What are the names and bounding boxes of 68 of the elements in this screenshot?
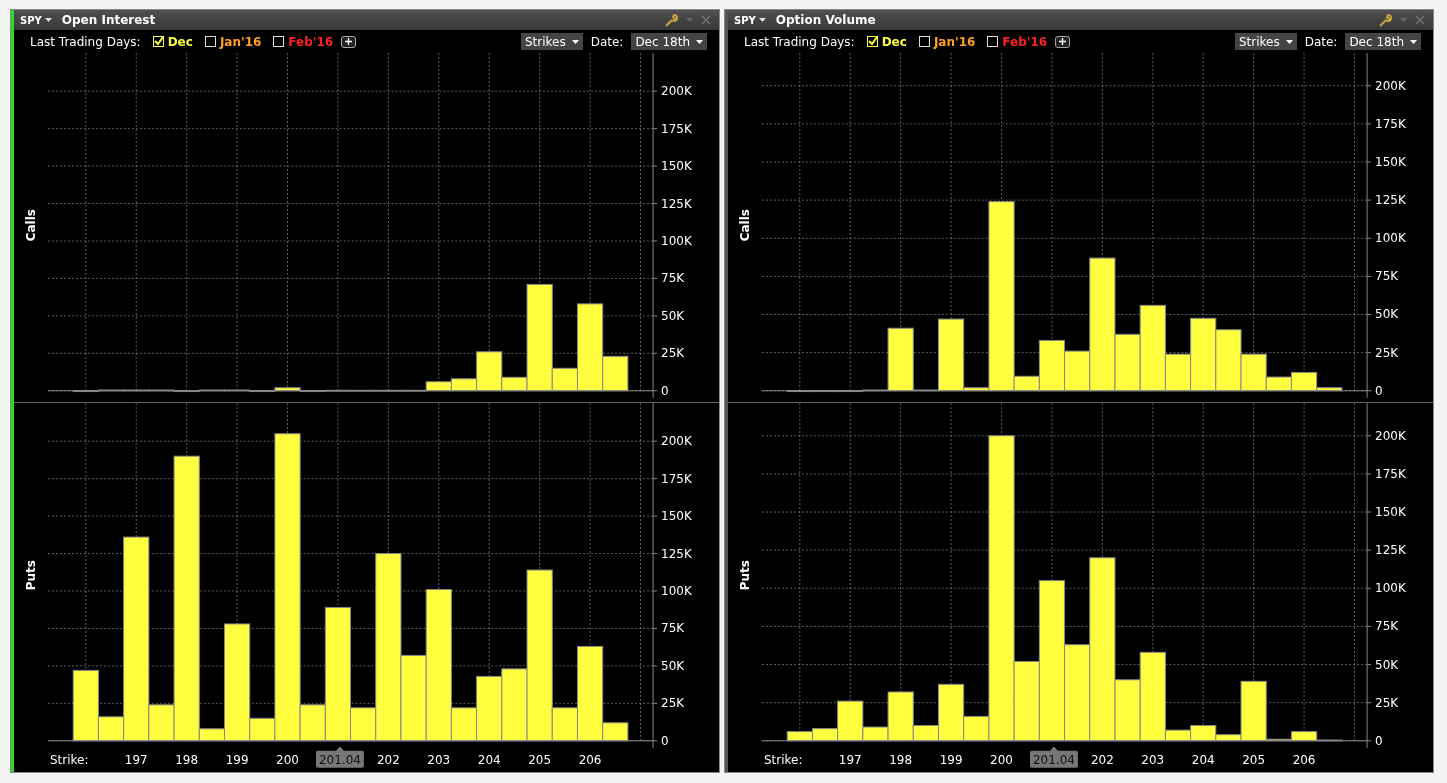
chart-label: Puts <box>738 560 752 591</box>
x-axis-label: 200 <box>990 752 1013 767</box>
y-axis-label: 0 <box>661 383 669 398</box>
y-axis-label: 75K <box>1375 269 1399 284</box>
chart-label: Calls <box>24 209 38 242</box>
x-axis-label: 197 <box>124 752 148 767</box>
y-axis-label: 50K <box>661 658 685 673</box>
x-axis-label: 200 <box>276 752 299 767</box>
chart-label: Puts <box>24 560 38 591</box>
chart-label: Calls <box>738 209 752 242</box>
x-axis-label: 202 <box>376 752 400 767</box>
y-axis-label: 50K <box>661 308 685 323</box>
y-axis-label: 0 <box>661 733 669 748</box>
x-axis-label: 205 <box>528 752 552 767</box>
x-axis-label: 199 <box>939 752 963 767</box>
y-axis-label: 175K <box>661 121 692 136</box>
y-axis-label: 100K <box>1375 581 1406 596</box>
last-trading-days-label: Last Trading Days: <box>744 34 855 49</box>
y-axis-label: 125K <box>1375 543 1406 558</box>
x-axis-label: 202 <box>1090 752 1114 767</box>
y-axis-label: 75K <box>1375 619 1399 634</box>
y-axis-label: 75K <box>661 271 685 286</box>
y-axis-label: 175K <box>661 471 692 486</box>
y-axis-label: 125K <box>661 196 692 211</box>
x-axis-label: 206 <box>1292 752 1316 767</box>
y-axis-label: 0 <box>1375 383 1383 398</box>
y-axis-label: 25K <box>661 696 685 711</box>
y-axis-label: 125K <box>661 546 692 561</box>
annotation: 201.04 <box>319 752 361 767</box>
y-axis-label: 200K <box>1375 428 1406 443</box>
y-axis-label: 125K <box>1375 193 1406 208</box>
y-axis-label: 150K <box>1375 155 1406 169</box>
y-axis-label: 25K <box>661 346 685 361</box>
x-axis-label: 203 <box>427 752 451 767</box>
y-axis-label: 150K <box>661 509 692 524</box>
x-axis-label: 206 <box>578 752 602 767</box>
y-axis-label: 50K <box>1375 307 1399 322</box>
x-axis-label: 204 <box>477 752 501 767</box>
x-axis-label: 197 <box>838 752 862 767</box>
y-axis-label: 175K <box>1375 466 1406 481</box>
y-axis-label: 75K <box>661 621 685 636</box>
x-axis-label: 204 <box>1191 752 1215 767</box>
last-trading-days-label: Last Trading Days: <box>30 34 141 49</box>
x-axis-label: 198 <box>175 752 199 767</box>
annotation: 201.04 <box>1033 752 1075 767</box>
y-axis-label: 25K <box>1375 345 1399 360</box>
y-axis-label: 100K <box>661 233 692 248</box>
y-axis-label: 175K <box>1375 116 1406 131</box>
y-axis-label: 200K <box>1375 78 1406 93</box>
x-axis-title: Strike: <box>50 752 89 767</box>
x-axis-title: Strike: <box>764 752 803 767</box>
panel-title: Option Volume <box>775 13 876 27</box>
y-axis-label: 100K <box>1375 231 1406 246</box>
x-axis-label: 198 <box>889 752 913 767</box>
x-axis-label: 199 <box>225 752 249 767</box>
y-axis-label: 0 <box>1375 733 1383 748</box>
y-axis-label: 100K <box>661 584 692 598</box>
y-axis-label: 50K <box>1375 657 1399 672</box>
y-axis-label: 25K <box>1375 695 1399 710</box>
y-axis-label: 150K <box>661 159 692 174</box>
y-axis-label: 200K <box>661 434 692 449</box>
x-axis-label: 203 <box>1141 752 1165 767</box>
date-label: Date: <box>590 34 624 49</box>
x-axis-label: 205 <box>1242 752 1266 767</box>
y-axis-label: 150K <box>1375 505 1406 519</box>
panel-title: Open Interest <box>61 13 156 27</box>
y-axis-label: 200K <box>661 84 692 99</box>
date-label: Date: <box>1304 34 1338 49</box>
